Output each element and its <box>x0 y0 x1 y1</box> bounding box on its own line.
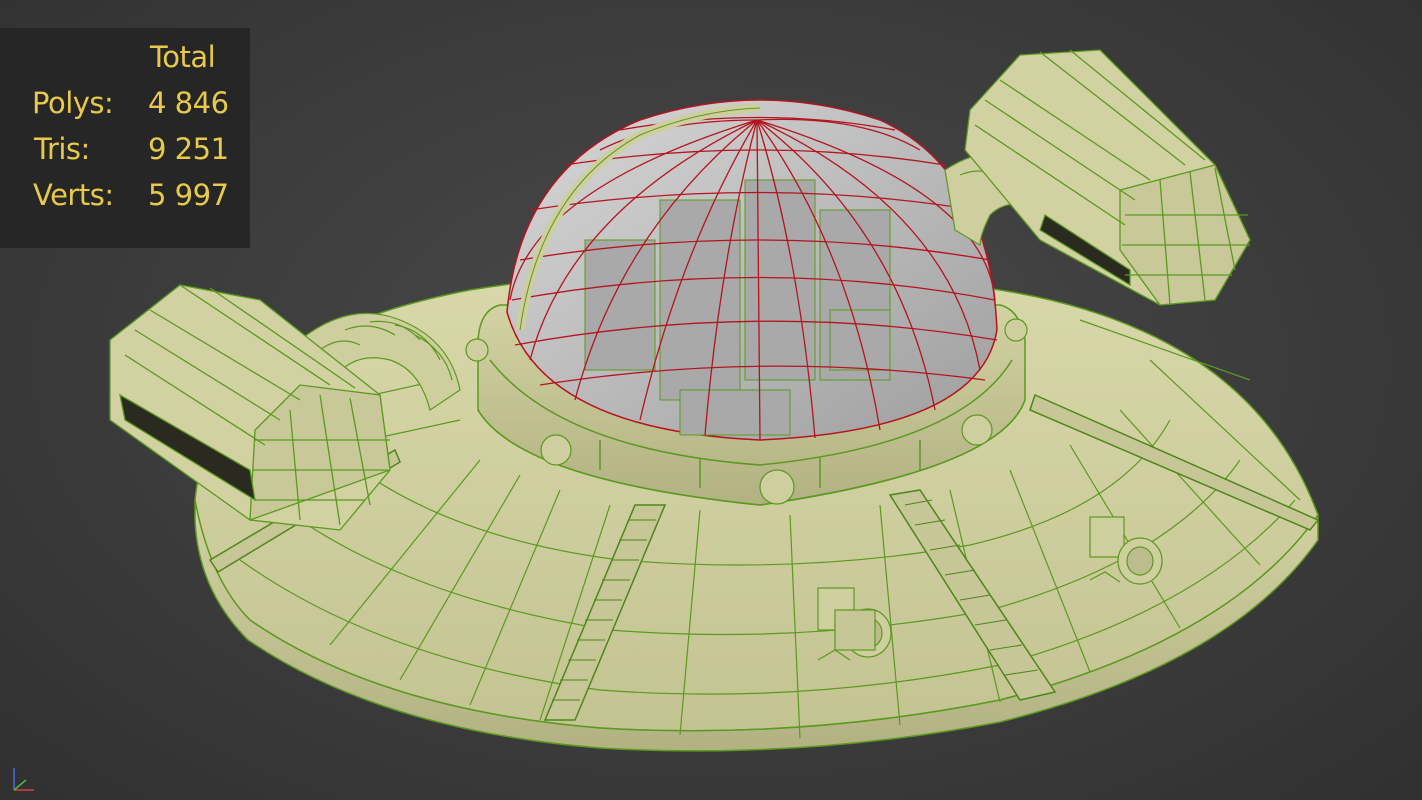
polys-value: 4 846 <box>148 86 229 120</box>
polys-label: Polys: <box>32 86 114 120</box>
tris-value: 9 251 <box>148 132 229 166</box>
right-engine <box>964 49 1251 306</box>
stats-header: Total <box>150 40 216 74</box>
axis-tripod-icon <box>4 760 40 796</box>
verts-label: Verts: <box>33 178 114 212</box>
statistics-overlay: Total Polys: 4 846 Tris: 9 251 Verts: 5 … <box>0 28 250 248</box>
glass-dome <box>506 99 998 441</box>
verts-value: 5 997 <box>148 178 229 212</box>
tris-label: Tris: <box>34 132 90 166</box>
